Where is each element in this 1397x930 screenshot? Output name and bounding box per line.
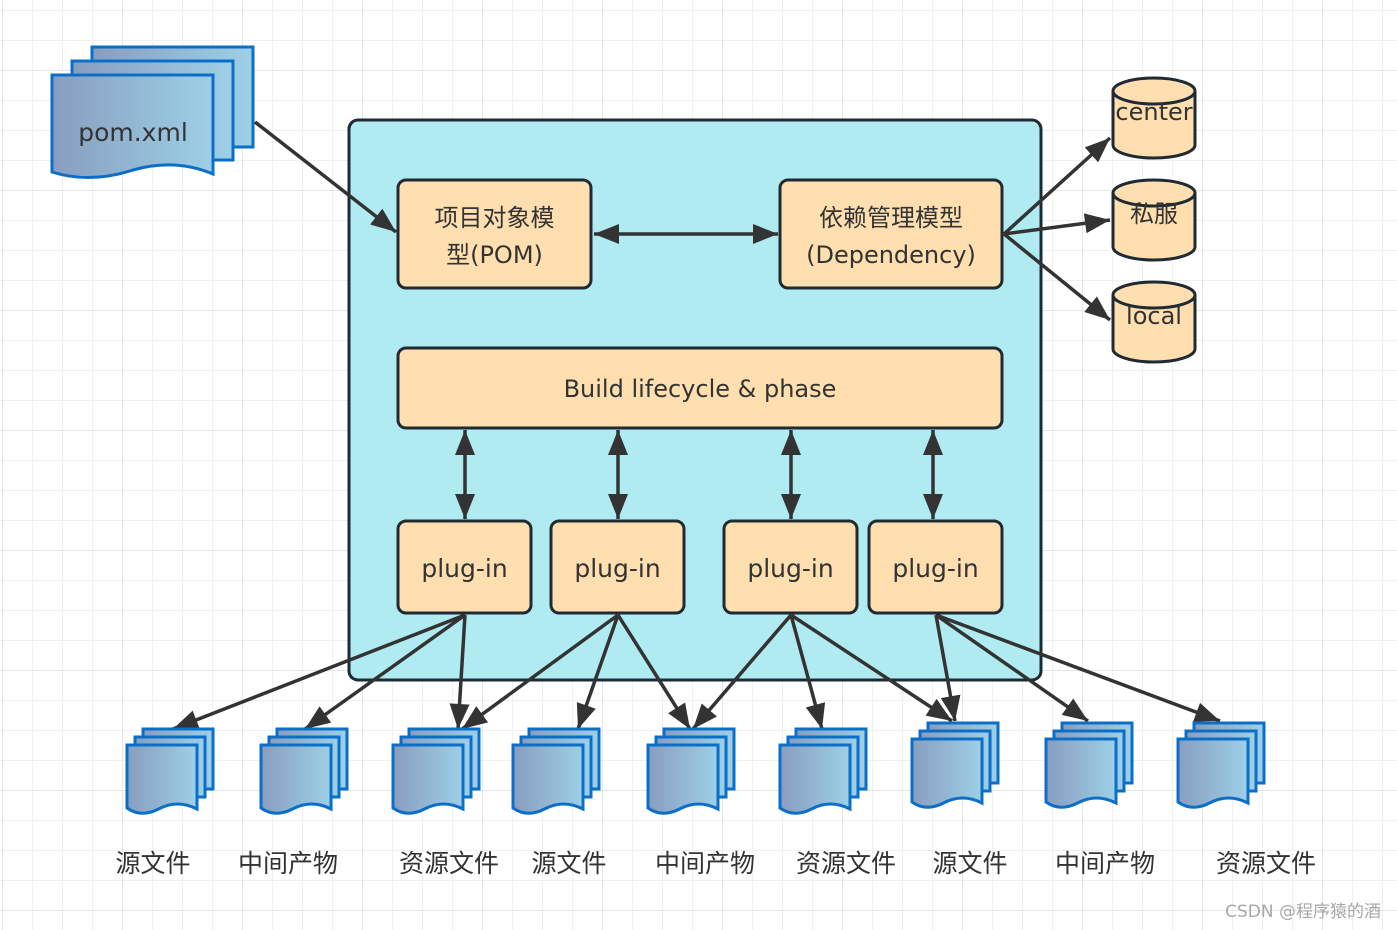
output-document-stack[interactable] — [511, 727, 601, 815]
dependency-model-node[interactable]: 依赖管理模型 (Dependency) — [778, 178, 1004, 290]
document-stack-icon — [910, 737, 984, 809]
output-label: 中间产物 — [1054, 849, 1156, 878]
output-label: 中间产物 — [237, 849, 339, 878]
output-document-stack[interactable] — [259, 727, 349, 815]
pom-model-line1: 项目对象模 — [435, 204, 555, 232]
output-document-stack[interactable] — [910, 721, 1000, 809]
repository-label: local — [1126, 302, 1182, 330]
dependency-model-line1: 依赖管理模型 — [819, 204, 963, 232]
plugin-label: plug-in — [574, 554, 660, 583]
document-stack-icon — [511, 743, 585, 815]
plugin-label: plug-in — [421, 554, 507, 583]
plugin-label: plug-in — [747, 554, 833, 583]
output-document-stack[interactable] — [1176, 721, 1266, 809]
output-document-stack[interactable] — [1044, 721, 1134, 809]
output-label: 源文件 — [531, 849, 607, 878]
document-stack-icon — [259, 743, 333, 815]
repository-private[interactable]: 私服 — [1111, 178, 1197, 262]
build-lifecycle-node[interactable]: Build lifecycle & phase — [396, 346, 1004, 430]
repository-local[interactable]: local — [1111, 280, 1197, 364]
output-document-stack[interactable] — [646, 727, 736, 815]
output-label: 中间产物 — [654, 849, 756, 878]
output-label: 源文件 — [932, 849, 1008, 878]
plugin-node[interactable]: plug-in — [722, 519, 859, 615]
plugin-node[interactable]: plug-in — [549, 519, 686, 615]
pom-model-line2: 型(POM) — [446, 241, 543, 269]
output-document-stack[interactable] — [778, 727, 868, 815]
document-stack-icon — [778, 743, 852, 815]
maven-architecture-diagram: pom.xml 项目对象模 型(POM) 依赖管理模型 (Dependency)… — [50, 45, 1266, 815]
plugin-node[interactable]: plug-in — [867, 519, 1004, 615]
document-stack-icon — [1044, 737, 1118, 809]
repository-label: center — [1115, 98, 1192, 126]
watermark: CSDN @程序猿的酒 — [1225, 902, 1381, 922]
plugin-node[interactable]: plug-in — [396, 519, 533, 615]
dependency-model-line2: (Dependency) — [806, 241, 976, 269]
repository-label: 私服 — [1130, 200, 1178, 228]
pom-xml-document[interactable]: pom.xml — [50, 45, 255, 179]
document-stack-icon — [1176, 737, 1250, 809]
output-label: 资源文件 — [795, 849, 897, 878]
repository-center[interactable]: center — [1111, 76, 1197, 160]
document-stack-icon — [646, 743, 720, 815]
output-label: 资源文件 — [1215, 849, 1317, 878]
document-stack-icon — [391, 743, 465, 815]
output-document-stack[interactable] — [391, 727, 481, 815]
output-document-stack[interactable] — [125, 727, 215, 815]
dependency-model-box — [778, 178, 1004, 290]
output-label: 源文件 — [115, 849, 191, 878]
pom-model-box — [396, 178, 593, 290]
build-lifecycle-label: Build lifecycle & phase — [564, 375, 837, 403]
plugin-label: plug-in — [892, 554, 978, 583]
output-label: 资源文件 — [398, 849, 500, 878]
document-stack-icon — [125, 743, 199, 815]
pom-model-node[interactable]: 项目对象模 型(POM) — [396, 178, 593, 290]
output-documents — [125, 721, 1266, 815]
pom-xml-label: pom.xml — [78, 118, 188, 147]
